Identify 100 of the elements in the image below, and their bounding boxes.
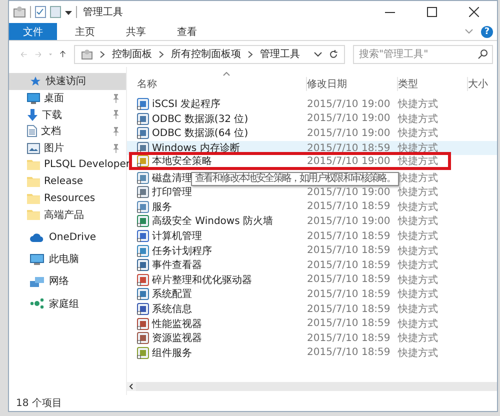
nav-item[interactable]: 家庭组 [9,295,126,312]
program-icon [137,98,149,110]
file-row[interactable]: 系统配置 2015/7/10 18:59 快捷方式 [127,287,497,302]
search-field[interactable]: 搜索"管理工具" [353,44,493,64]
nav-item[interactable]: OneDrive [9,228,126,246]
column-header[interactable]: 大小 [468,77,497,91]
column-header[interactable]: 名称 [137,77,307,91]
file-type: 快捷方式 [398,186,439,200]
file-row[interactable]: 计算机管理 2015/7/10 18:59 快捷方式 [127,228,497,244]
column-header[interactable]: 修改日期 [307,77,398,91]
modified-date: 2015/7/10 18:59 [307,230,392,242]
folder-icon [27,192,40,204]
file-name: 打印管理 [137,185,307,200]
file-row[interactable]: 事件查看器 2015/7/10 18:59 快捷方式 [127,258,497,273]
file-type: 快捷方式 [398,288,439,302]
file-type: 快捷方式 [398,214,439,228]
ribbon-tab[interactable]: 主页 [62,23,108,40]
scroll-left-icon[interactable] [127,382,136,391]
dropdown-icon[interactable] [314,52,322,56]
up-arrow-icon[interactable] [60,49,66,59]
window-title: 管理工具 [83,6,123,19]
file-row[interactable]: 打印管理 2015/7/10 19:00 快捷方式 [127,184,497,200]
address-bar[interactable]: 控制面板 所有控制面板项 管理工具 [74,44,345,64]
file-row[interactable]: 本地安全策略 2015/7/10 19:00 快捷方式 [129,152,451,170]
file-row[interactable]: 高级安全 Windows 防火墙 2015/7/10 19:00 快捷方式 [127,214,497,229]
control-panel-icon[interactable] [13,6,26,18]
close-icon[interactable] [469,7,479,17]
file-row[interactable]: 任务计划程序 2015/7/10 18:59 快捷方式 [127,243,497,258]
breadcrumb[interactable]: 控制面板 [112,47,152,61]
breadcrumb[interactable]: 所有控制面板项 [171,47,241,61]
nav-item[interactable]: 下载 [9,106,126,124]
file-row[interactable]: iSCSI 发起程序 2015/7/10 19:00 快捷方式 [127,97,497,112]
nav-item[interactable]: 图片 [9,140,126,156]
modified-date: 2015/7/10 19:00 [307,186,392,198]
nav-item[interactable]: Resources [9,190,126,206]
modified-date: 2015/7/10 18:59 [307,304,392,315]
file-row[interactable]: 资源监视器 2015/7/10 18:59 快捷方式 [127,330,497,346]
pin-icon[interactable] [112,110,120,120]
file-type: 快捷方式 [398,244,439,258]
file-row[interactable]: 碎片整理和优化驱动器 2015/7/10 18:59 快捷方式 [127,272,497,288]
nav-item[interactable]: Release [9,173,126,190]
sort-caret-icon [223,72,230,76]
file-row[interactable]: 性能监视器 2015/7/10 18:59 快捷方式 [127,316,497,331]
maximize-icon[interactable] [427,7,437,17]
file-name: 系统配置 [137,287,307,302]
file-name: 性能监视器 [137,316,307,331]
expand-icon[interactable] [465,29,473,34]
file-type: 快捷方式 [398,318,439,331]
program-icon [137,142,149,154]
modified-date: 2015/7/10 19:00 [307,156,392,167]
nav-item[interactable]: 网络 [9,273,126,290]
modified-date: 2015/7/10 19:00 [307,98,392,110]
search-icon[interactable] [478,49,488,59]
file-name: 组件服务 [137,346,307,360]
refresh-icon[interactable] [329,50,338,58]
properties-icon[interactable] [35,6,46,18]
file-type: 快捷方式 [398,154,439,168]
pin-icon[interactable] [112,126,120,136]
modified-date: 2015/7/10 19:00 [307,113,392,124]
chevron-icon[interactable] [248,50,253,58]
program-icon [137,274,149,286]
file-name: 高级安全 Windows 防火墙 [137,214,307,228]
file-row[interactable]: 服务 2015/7/10 18:59 快捷方式 [127,200,497,214]
horizontal-scrollbar[interactable] [127,382,497,391]
program-icon [137,172,149,184]
modified-date: 2015/7/10 18:59 [307,288,392,300]
ribbon-tab[interactable]: 共享 [113,23,159,40]
nav-item[interactable]: 此电脑 [9,250,126,268]
file-type: 快捷方式 [398,126,439,140]
file-type: 快捷方式 [398,302,439,316]
nav-item[interactable]: 文档 [9,123,126,140]
file-row[interactable]: ODBC 数据源(64 位) 2015/7/10 19:00 快捷方式 [127,126,497,141]
picture-icon [27,142,40,154]
network-icon [30,276,44,287]
nav-item[interactable]: 桌面 [9,90,126,106]
file-row[interactable]: ODBC 数据源(32 位) 2015/7/10 19:00 快捷方式 [127,112,497,126]
pin-icon[interactable] [112,144,120,153]
dropdown-icon[interactable] [65,10,72,14]
modified-date: 2015/7/10 18:59 [307,142,392,154]
file-type: 快捷方式 [398,200,439,214]
homegroup-icon [30,298,44,310]
file-name: ODBC 数据源(32 位) [137,112,307,126]
pin-icon[interactable] [112,94,120,103]
ribbon-tab[interactable]: 文件 [9,23,57,40]
column-header[interactable]: 类型 [398,77,468,91]
file-row[interactable]: 系统信息 2015/7/10 18:59 快捷方式 [127,302,497,316]
nav-item[interactable]: 快速访问 [9,73,126,90]
file-name: 碎片整理和优化驱动器 [137,272,307,287]
ribbon-tab[interactable]: 查看 [164,23,210,40]
file-type: 快捷方式 [398,258,439,272]
program-icon [137,303,149,316]
file-row[interactable]: 组件服务 2015/7/10 18:59 快捷方式 [127,346,497,360]
chevron-icon[interactable] [159,50,164,58]
chevron-icon[interactable] [100,50,105,58]
modified-date: 2015/7/10 19:00 [307,216,392,227]
nav-item[interactable]: 高端产品 [9,206,126,224]
down-arrow-icon [27,108,38,121]
program-icon [137,230,149,242]
breadcrumb[interactable]: 管理工具 [260,47,300,61]
help-button[interactable]: ? [481,26,493,38]
